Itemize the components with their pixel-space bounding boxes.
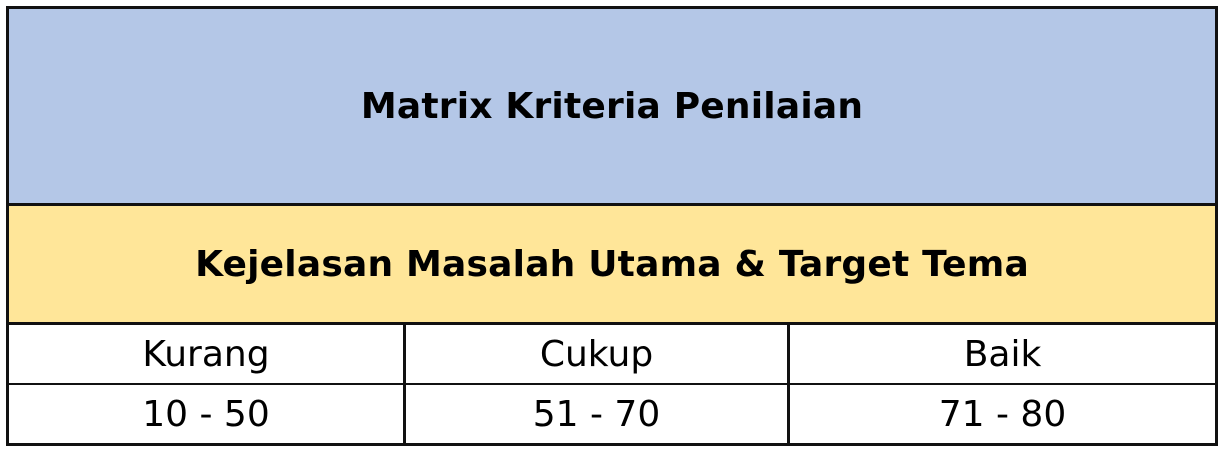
criteria-matrix-table: Matrix Kriteria Penilaian Kejelasan Masa… xyxy=(6,6,1218,446)
category-label-row: Kurang Cukup Baik xyxy=(9,325,1215,385)
score-range-kurang: 10 - 50 xyxy=(9,385,406,443)
category-label-cukup: Cukup xyxy=(406,325,790,383)
category-label-kurang: Kurang xyxy=(9,325,406,383)
subtitle-row: Kejelasan Masalah Utama & Target Tema xyxy=(9,206,1215,325)
title-row: Matrix Kriteria Penilaian xyxy=(9,9,1215,206)
score-range-cukup: 51 - 70 xyxy=(406,385,790,443)
category-label-baik: Baik xyxy=(963,333,1042,375)
criteria-subtitle: Kejelasan Masalah Utama & Target Tema xyxy=(195,243,1029,285)
matrix-title: Matrix Kriteria Penilaian xyxy=(360,85,864,127)
score-range-row: 10 - 50 51 - 70 71 - 80 xyxy=(9,385,1215,443)
score-range-baik: 71 - 80 xyxy=(938,393,1067,435)
